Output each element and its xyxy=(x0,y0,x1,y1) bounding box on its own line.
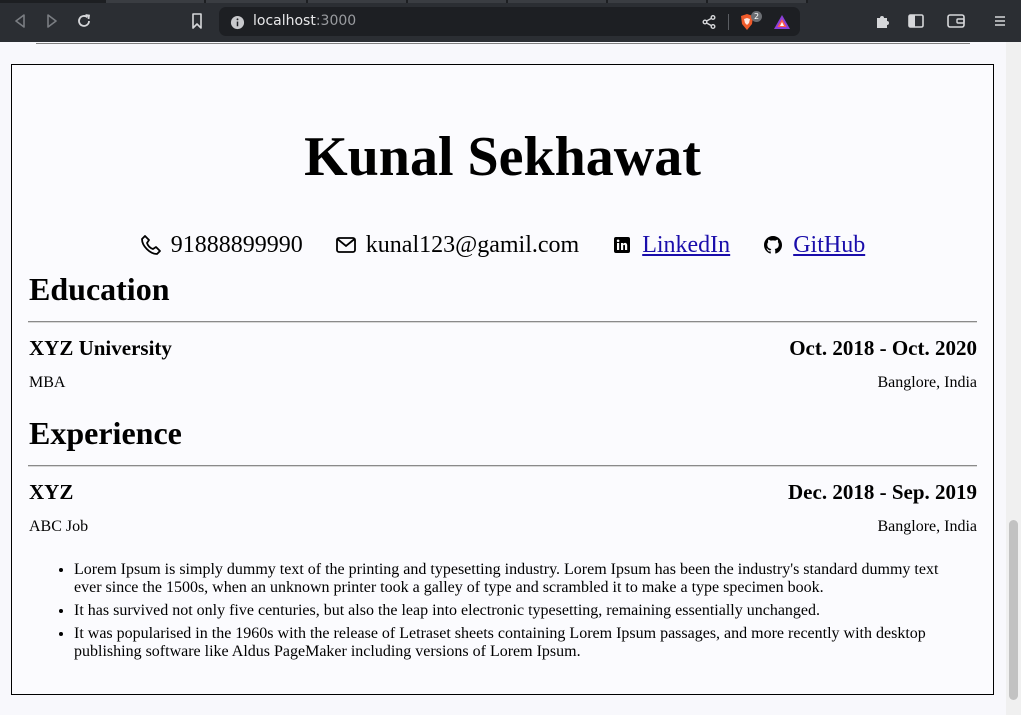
linkedin-icon xyxy=(611,234,633,256)
linkedin-link[interactable]: LinkedIn xyxy=(642,232,730,259)
experience-details: ABC Job Banglore, India xyxy=(29,518,977,536)
back-icon[interactable] xyxy=(8,9,32,33)
education-entry: XYZ University Oct. 2018 - Oct. 2020 xyxy=(29,336,977,361)
company-name: XYZ xyxy=(29,480,74,504)
tab[interactable] xyxy=(508,0,606,3)
experience-points: Lorem Ipsum is simply dummy text of the … xyxy=(32,561,964,666)
forward-icon[interactable] xyxy=(40,9,64,33)
bookmark-icon[interactable] xyxy=(185,9,209,33)
shields-count-badge: 2 xyxy=(751,11,762,22)
contact-email: kunal123@gamil.com xyxy=(335,232,579,259)
list-item: It has survived not only five centuries,… xyxy=(74,602,964,620)
separator xyxy=(728,14,729,30)
divider xyxy=(36,43,970,44)
tab[interactable] xyxy=(608,0,706,3)
section-divider xyxy=(28,465,977,467)
address-bar[interactable]: localhost:3000 2 xyxy=(219,7,800,36)
education-details: MBA Banglore, India xyxy=(29,374,977,392)
tab-active[interactable] xyxy=(808,0,1021,3)
education-heading: Education xyxy=(29,271,170,307)
mail-icon xyxy=(335,234,357,256)
phone-number: 91888899990 xyxy=(170,231,303,258)
degree: MBA xyxy=(29,374,66,391)
tab[interactable] xyxy=(106,0,204,3)
education-location: Banglore, India xyxy=(877,374,977,391)
menu-icon[interactable] xyxy=(988,9,1012,33)
info-icon[interactable] xyxy=(228,13,246,31)
brave-rewards-icon[interactable] xyxy=(773,13,791,31)
tab[interactable] xyxy=(408,0,506,3)
contact-phone: 91888899990 xyxy=(140,232,303,259)
experience-entry: XYZ Dec. 2018 - Sep. 2019 xyxy=(29,480,977,505)
wallet-icon[interactable] xyxy=(944,9,968,33)
github-icon xyxy=(762,234,784,256)
phone-icon xyxy=(140,234,162,256)
section-divider xyxy=(28,321,977,323)
scrollbar-thumb[interactable] xyxy=(1009,520,1018,700)
vertical-scrollbar[interactable] xyxy=(1006,42,1021,715)
experience-heading: Experience xyxy=(29,415,182,451)
job-role: ABC Job xyxy=(29,518,89,535)
tab[interactable] xyxy=(206,0,306,3)
browser-toolbar: localhost:3000 2 xyxy=(0,0,1021,42)
contact-github: GitHub xyxy=(762,232,865,259)
sidebar-icon[interactable] xyxy=(904,9,928,33)
contact-row: 91888899990 kunal123@gamil.com LinkedIn … xyxy=(12,228,993,262)
institution-name: XYZ University xyxy=(29,336,172,360)
extensions-icon[interactable] xyxy=(871,9,895,33)
tab[interactable] xyxy=(308,0,406,3)
education-dates: Oct. 2018 - Oct. 2020 xyxy=(789,336,977,360)
reload-icon[interactable] xyxy=(72,9,96,33)
share-icon[interactable] xyxy=(700,13,718,31)
resume-card: Kunal Sekhawat 91888899990 kunal123@gami… xyxy=(11,64,994,695)
contact-linkedin: LinkedIn xyxy=(611,232,730,259)
list-item: Lorem Ipsum is simply dummy text of the … xyxy=(74,561,964,597)
tab[interactable] xyxy=(708,0,806,3)
list-item: It was popularised in the 1960s with the… xyxy=(74,625,964,661)
experience-dates: Dec. 2018 - Sep. 2019 xyxy=(788,480,977,504)
github-link[interactable]: GitHub xyxy=(793,232,865,259)
resume-name: Kunal Sekhawat xyxy=(304,126,701,188)
email-address: kunal123@gamil.com xyxy=(365,231,580,258)
url-text[interactable]: localhost:3000 xyxy=(253,13,356,29)
experience-location: Banglore, India xyxy=(877,518,977,535)
tab-strip xyxy=(0,0,1021,3)
